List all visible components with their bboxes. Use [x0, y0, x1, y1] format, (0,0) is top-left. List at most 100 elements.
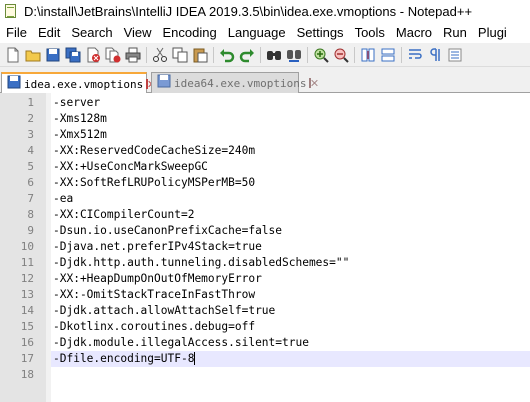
line-number: 6 — [27, 176, 34, 189]
saved-file-icon — [7, 75, 21, 94]
tab-idea-exe-vmoptions[interactable]: idea.exe.vmoptions — [1, 72, 149, 94]
close-tab-icon[interactable] — [146, 79, 149, 89]
open-file-icon[interactable] — [25, 47, 41, 63]
zoom-in-icon[interactable] — [313, 47, 329, 63]
show-all-chars-icon[interactable] — [427, 47, 443, 63]
title-bar: D:\install\JetBrains\IntelliJ IDEA 2019.… — [0, 0, 530, 22]
menu-tools[interactable]: Tools — [349, 25, 390, 40]
indent-guide-icon[interactable] — [447, 47, 463, 63]
editor-line[interactable]: 11 -Djdk.http.auth.tunneling.disabledSche… — [0, 255, 530, 271]
editor-line[interactable]: 8 -XX:CICompilerCount=2 — [0, 207, 530, 223]
toolbar-separator — [260, 46, 261, 63]
line-number: 11 — [20, 256, 34, 269]
line-number: 18 — [20, 368, 34, 381]
new-file-icon[interactable] — [5, 47, 21, 63]
editor-line[interactable]: 18 — [0, 367, 530, 383]
close-all-icon[interactable] — [105, 47, 121, 63]
line-text[interactable]: -Xmx512m — [53, 127, 107, 143]
close-icon[interactable] — [85, 47, 101, 63]
replace-icon[interactable] — [286, 47, 302, 63]
line-text[interactable]: -XX:ReservedCodeCacheSize=240m — [53, 143, 255, 159]
editor-line[interactable]: 3 -Xmx512m — [0, 127, 530, 143]
editor-line[interactable]: 16 -Djdk.module.illegalAccess.silent=true — [0, 335, 530, 351]
editor-line[interactable]: 6 -XX:SoftRefLRUPolicyMSPerMB=50 — [0, 175, 530, 191]
line-text[interactable]: -Djava.net.preferIPv4Stack=true — [53, 239, 262, 255]
editor-line[interactable]: 17 -Dfile.encoding=UTF-8 — [0, 351, 530, 367]
menu-view[interactable]: View — [118, 25, 157, 40]
text-caret — [194, 352, 195, 365]
save-all-icon[interactable] — [65, 47, 81, 63]
editor-line[interactable]: 14 -Djdk.attach.allowAttachSelf=true — [0, 303, 530, 319]
line-number: 12 — [20, 272, 34, 285]
menu-plugins[interactable]: Plugi — [472, 25, 512, 40]
line-number: 14 — [20, 304, 34, 317]
saved-file-icon — [157, 74, 171, 93]
toolbar-separator — [213, 46, 214, 63]
find-icon[interactable] — [266, 47, 282, 63]
toolbar-separator — [401, 46, 402, 63]
line-text[interactable]: -Djdk.attach.allowAttachSelf=true — [53, 303, 275, 319]
menu-macro[interactable]: Macro — [390, 25, 437, 40]
line-text[interactable]: -ea — [53, 191, 73, 207]
toolbar-separator — [354, 46, 355, 63]
close-tab-icon[interactable] — [309, 78, 312, 88]
line-number: 2 — [27, 112, 34, 125]
line-text[interactable]: -XX:SoftRefLRUPolicyMSPerMB=50 — [53, 175, 255, 191]
redo-icon[interactable] — [239, 47, 255, 63]
word-wrap-icon[interactable] — [407, 47, 423, 63]
editor-line[interactable]: 9 -Dsun.io.useCanonPrefixCache=false — [0, 223, 530, 239]
line-text[interactable]: -Xms128m — [53, 111, 107, 127]
line-number: 1 — [27, 96, 34, 109]
line-text[interactable]: -Djdk.module.illegalAccess.silent=true — [53, 335, 309, 351]
save-icon[interactable] — [45, 47, 61, 63]
line-number: 10 — [20, 240, 34, 253]
editor-line[interactable]: 10 -Djava.net.preferIPv4Stack=true — [0, 239, 530, 255]
editor-line[interactable]: 7 -ea — [0, 191, 530, 207]
toolbar-separator — [146, 46, 147, 63]
editor-line[interactable]: 15 -Dkotlinx.coroutines.debug=off — [0, 319, 530, 335]
editor-line[interactable]: 12 -XX:+HeapDumpOnOutOfMemoryError — [0, 271, 530, 287]
print-icon[interactable] — [125, 47, 141, 63]
line-number: 9 — [27, 224, 34, 237]
editor-line[interactable]: 4 -XX:ReservedCodeCacheSize=240m — [0, 143, 530, 159]
paste-icon[interactable] — [192, 47, 208, 63]
menu-language[interactable]: Language — [222, 25, 291, 40]
editor-line[interactable]: 13 -XX:-OmitStackTraceInFastThrow — [0, 287, 530, 303]
editor-line[interactable]: 2 -Xms128m — [0, 111, 530, 127]
line-text[interactable]: -XX:+HeapDumpOnOutOfMemoryError — [53, 271, 262, 287]
line-text[interactable]: -Dsun.io.useCanonPrefixCache=false — [53, 223, 282, 239]
line-number: 16 — [20, 336, 34, 349]
menu-run[interactable]: Run — [437, 25, 472, 40]
line-number: 4 — [27, 144, 34, 157]
cut-icon[interactable] — [152, 47, 168, 63]
undo-icon[interactable] — [219, 47, 235, 63]
editor-line[interactable]: 1 -server — [0, 95, 530, 111]
copy-icon[interactable] — [172, 47, 188, 63]
line-text[interactable]: -Djdk.http.auth.tunneling.disabledScheme… — [53, 255, 349, 271]
editor-lines[interactable]: 1 -server 2 -Xms128m 3 -Xmx512m 4 -XX:ReservedC… — [0, 95, 530, 383]
line-text[interactable]: -Dkotlinx.coroutines.debug=off — [53, 319, 255, 335]
line-text[interactable]: -Dfile.encoding=UTF-8 — [53, 351, 194, 367]
sync-horizontal-icon[interactable] — [380, 47, 396, 63]
line-number: 7 — [27, 192, 34, 205]
menu-edit[interactable]: Edit — [32, 25, 65, 40]
tab-idea64-exe-vmoptions[interactable]: idea64.exe.vmoptions — [151, 72, 312, 93]
text-editor[interactable]: 1 -server 2 -Xms128m 3 -Xmx512m 4 -XX:ReservedC… — [0, 93, 530, 402]
line-number: 5 — [27, 160, 34, 173]
line-text[interactable]: -XX:CICompilerCount=2 — [53, 207, 194, 223]
editor-line[interactable]: 5 -XX:+UseConcMarkSweepGC — [0, 159, 530, 175]
window-title: D:\install\JetBrains\IntelliJ IDEA 2019.… — [24, 3, 473, 19]
line-number: 8 — [27, 208, 34, 221]
zoom-out-icon[interactable] — [333, 47, 349, 63]
line-text[interactable]: -server — [53, 95, 100, 111]
line-text[interactable]: -XX:+UseConcMarkSweepGC — [53, 159, 208, 175]
menu-search[interactable]: Search — [65, 25, 117, 40]
sync-vertical-icon[interactable] — [360, 47, 376, 63]
line-number: 13 — [20, 288, 34, 301]
menu-encoding[interactable]: Encoding — [157, 25, 222, 40]
toolbar — [0, 43, 530, 67]
tab-label: idea.exe.vmoptions — [24, 77, 144, 91]
menu-settings[interactable]: Settings — [291, 25, 349, 40]
menu-file[interactable]: File — [0, 25, 32, 40]
line-text[interactable]: -XX:-OmitStackTraceInFastThrow — [53, 287, 255, 303]
